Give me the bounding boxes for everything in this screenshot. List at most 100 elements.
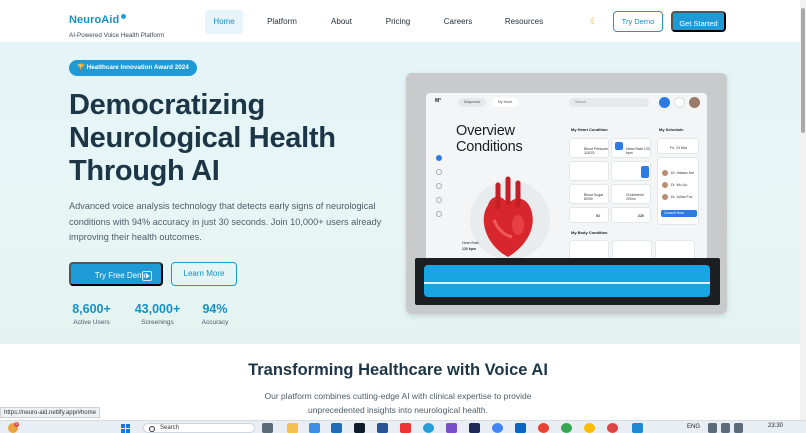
mockup-logo: M° (435, 98, 442, 104)
mockup-nav-icon (436, 155, 442, 161)
stat-label: Screenings (141, 319, 174, 326)
mockup-card-value: Blood Sugar 80/90 (584, 193, 604, 201)
learn-more-button[interactable]: Learn More (171, 262, 237, 286)
dropbox-icon[interactable] (354, 423, 365, 433)
mockup-card: Cholesterol 200ml (611, 184, 651, 204)
store-icon[interactable] (331, 423, 342, 433)
mockup-card: 92 (569, 207, 609, 223)
mockup-phone-icon (659, 97, 670, 108)
section-description: Our platform combines cutting-edge AI wi… (264, 391, 532, 415)
nav-link-pricing[interactable]: Pricing (380, 10, 416, 34)
mockup-waveform-card (569, 161, 609, 181)
doctor-avatar (662, 170, 668, 176)
teams-icon[interactable] (377, 423, 388, 433)
mockup-card: Blood Sugar 80/90 (569, 184, 609, 204)
copilot-icon[interactable] (309, 423, 320, 433)
mockup-nav-icon (436, 183, 442, 189)
wifi-icon[interactable] (708, 423, 717, 433)
moon-icon[interactable]: ☾ (590, 16, 598, 27)
chrome-profile-icon[interactable] (584, 423, 595, 433)
mockup-date-card: Fri, 24 Mar (657, 138, 699, 154)
volume-icon[interactable] (721, 423, 730, 433)
mockup-card-value: Cholesterol 200ml (626, 193, 644, 201)
mockup-card: 220 (611, 207, 651, 223)
mockup-pill: My Heart (492, 98, 519, 107)
mockup-nav-icon (436, 211, 442, 217)
mockup-nav-icon (436, 197, 442, 203)
mockup-card: Heart Rate 120 bpm (611, 138, 651, 158)
mockup-card-value: Blood Pressure 118/78 (584, 147, 608, 155)
taskbar-search[interactable]: Search (143, 423, 255, 433)
nav-link-careers[interactable]: Careers (438, 10, 478, 34)
mockup-nav-icon (436, 169, 442, 175)
chrome-profile-icon[interactable] (538, 423, 549, 433)
mockup-bell-icon (674, 97, 685, 108)
try-free-demo-label: Try Free Demo (94, 271, 149, 280)
stat-screenings: 43,000+ Screenings (130, 302, 185, 326)
voice-waveform-panel[interactable] (415, 258, 720, 305)
try-free-demo-button[interactable]: Try Free Demo (69, 262, 163, 286)
nav-link-about[interactable]: About (324, 10, 359, 34)
mockup-card: Blood Pressure 118/78 (569, 138, 609, 158)
app-icon[interactable] (515, 423, 526, 433)
nav-link-home[interactable]: Home (205, 10, 243, 34)
mockup-card-value: 220 (638, 214, 644, 218)
page-scrollbar[interactable] (800, 0, 806, 420)
play-icon (142, 271, 152, 281)
chrome-profile-icon[interactable] (607, 423, 618, 433)
mockup-date: Fri, 24 Mar (670, 146, 687, 150)
section-title: Transforming Healthcare with Voice AI (248, 361, 548, 379)
mockup-section-body: My Body Condition (571, 230, 608, 235)
battery-icon[interactable] (734, 423, 743, 433)
task-view-icon[interactable] (262, 423, 273, 433)
app-icon[interactable] (446, 423, 457, 433)
mockup-search: Search... (569, 98, 649, 107)
top-navbar: NeuroAid AI-Powered Voice Health Platfor… (0, 0, 800, 43)
stat-value: 94% (202, 302, 228, 316)
chrome-icon[interactable] (492, 423, 503, 433)
try-demo-button[interactable]: Try Demo (613, 11, 663, 32)
app-icon[interactable] (469, 423, 480, 433)
os-taskbar: 6 Search ENG 23:30 (0, 420, 806, 433)
mockup-card-icon (615, 142, 623, 150)
file-explorer-icon[interactable] (287, 423, 298, 433)
heart-rate-label: Heart Rate (462, 241, 479, 245)
edge-icon[interactable] (423, 423, 434, 433)
windows-start-icon[interactable] (121, 424, 131, 433)
stat-label: Active Users (73, 319, 110, 326)
doctor-name: Dr. Wu Liu (671, 183, 688, 187)
chrome-profile-icon[interactable] (561, 423, 572, 433)
weather-badge: 6 (14, 422, 19, 427)
voice-waveform-line (424, 282, 710, 284)
scrollbar-thumb[interactable] (801, 8, 805, 133)
doctor-name: Dr. Julian Fox (671, 195, 693, 199)
mockup-topbar: M° Diagnostic My Heart Search... (426, 93, 707, 111)
brand-name: NeuroAid (69, 14, 120, 26)
hero-section: 🏆 Healthcare Innovation Award 2024 Democ… (0, 43, 800, 344)
mockup-waveform-card (611, 161, 651, 181)
voice-waveform-bar (424, 265, 710, 297)
mockup-section-heart: My Heart Condition (571, 127, 608, 132)
heart-illustration (470, 176, 550, 260)
nav-link-resources[interactable]: Resources (500, 10, 548, 34)
stat-label: Accuracy (201, 319, 229, 326)
mockup-title-line: Overview (456, 123, 515, 139)
heart-rate-value: 120 bpm (462, 247, 477, 251)
mockup-section-schedule: My Schedule (659, 127, 684, 132)
mockup-avatar (689, 97, 700, 108)
clock-time[interactable]: 23:30 (768, 423, 783, 429)
stat-value: 8,600+ (72, 302, 111, 316)
brand-logo[interactable]: NeuroAid AI-Powered Voice Health Platfor… (69, 10, 164, 39)
mockup-schedule-list: Dr. Hatsan Jee Dr. Wu Liu Dr. Julian Fox… (657, 157, 699, 225)
language-indicator[interactable]: ENG (687, 424, 700, 430)
stat-value: 43,000+ (134, 302, 181, 316)
hero-headline: Democratizing Neurological Health Throug… (69, 89, 336, 187)
mockup-card-value: Heart Rate 120 bpm (626, 147, 650, 155)
nav-link-platform[interactable]: Platform (262, 10, 302, 34)
mockup-card-value: 92 (596, 214, 600, 218)
vscode-icon[interactable] (632, 423, 643, 433)
get-started-button[interactable]: Get Started (671, 11, 726, 32)
youtube-icon[interactable] (400, 423, 411, 433)
doctor-avatar (662, 182, 668, 188)
mockup-title-line: Conditions (456, 139, 523, 155)
